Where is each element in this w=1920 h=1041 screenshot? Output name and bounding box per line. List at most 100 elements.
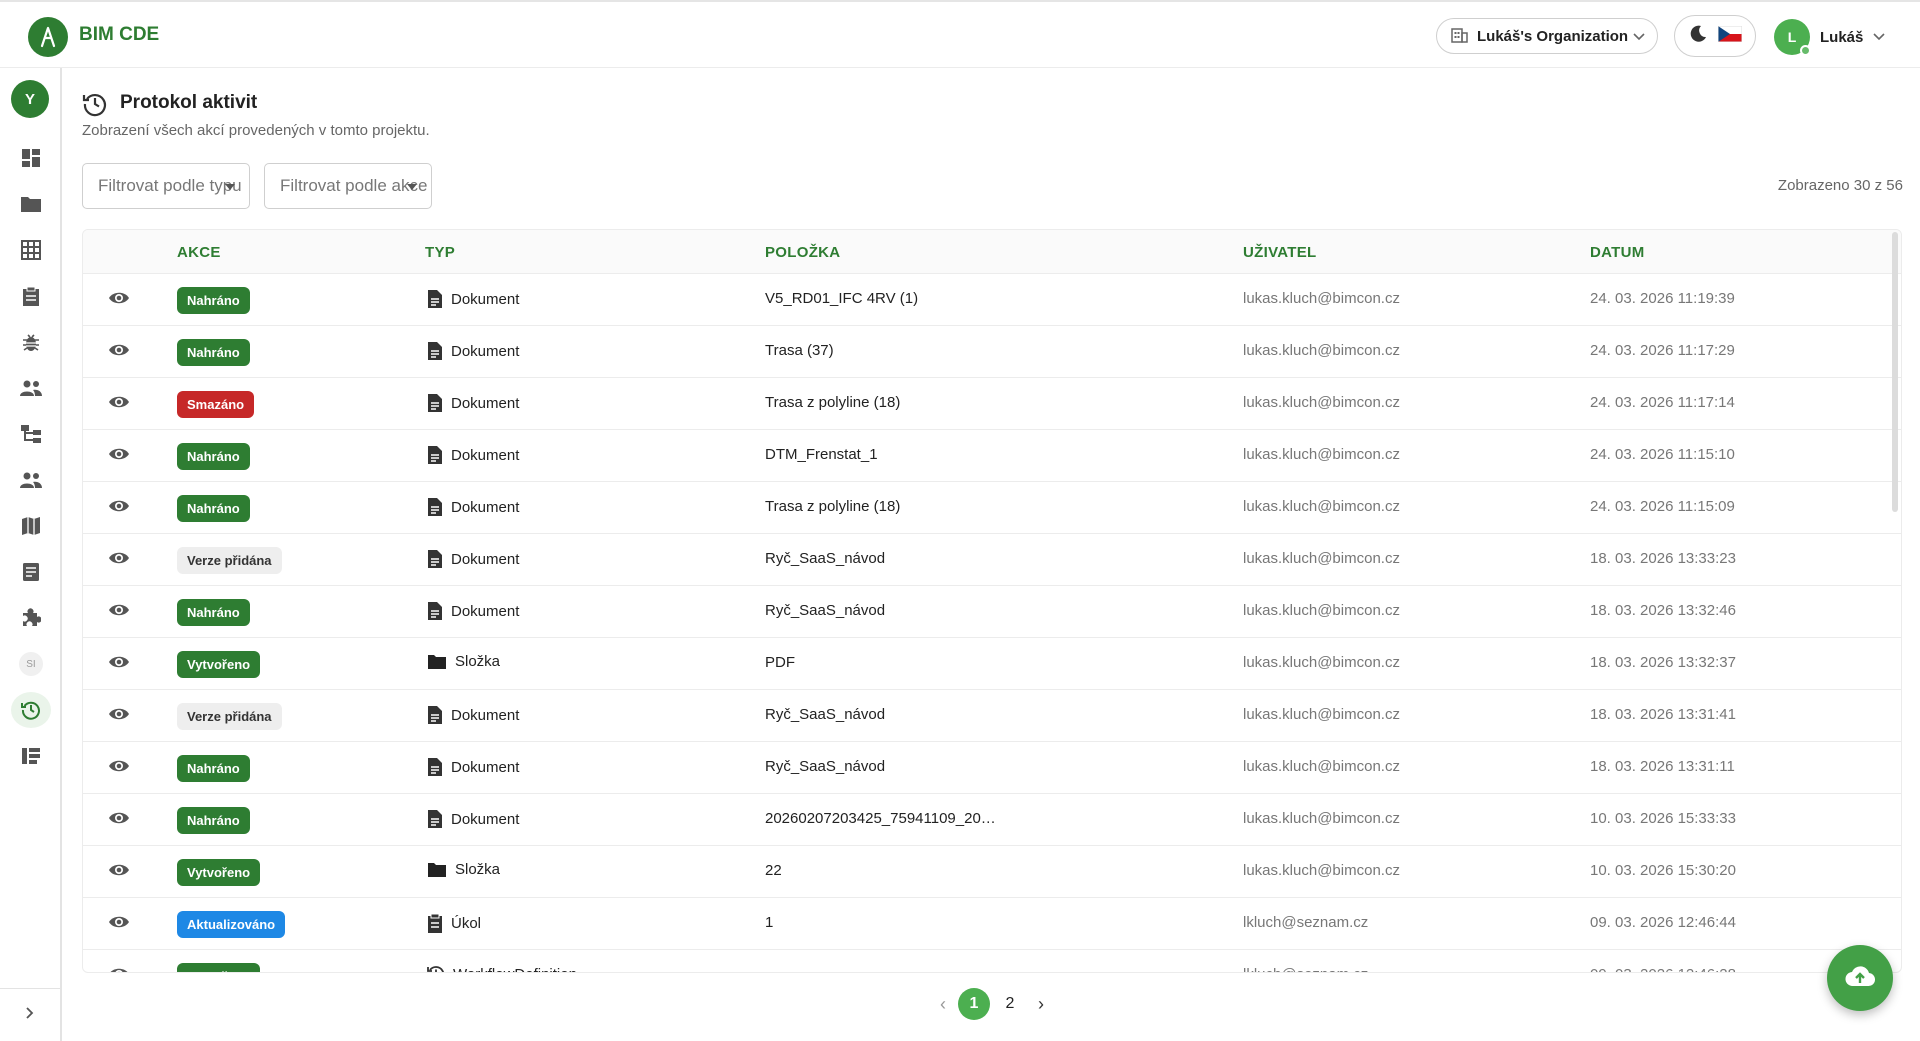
view-eye-icon[interactable]: [108, 550, 130, 571]
view-eye-icon[interactable]: [108, 602, 130, 623]
czech-flag-icon[interactable]: [1717, 25, 1743, 47]
document-icon: [427, 393, 451, 413]
date-cell: 18. 03. 2026 13:31:11: [1590, 758, 1735, 775]
table-row[interactable]: Nahráno Dokument DTM_Frenstat_1 lukas.kluch…: [83, 430, 1901, 482]
user-initial: L: [1787, 29, 1797, 45]
organization-name: Lukáš's Organization: [1477, 27, 1629, 45]
organization-selector[interactable]: Lukáš's Organization: [1436, 18, 1658, 54]
people-icon[interactable]: [11, 370, 51, 406]
view-eye-icon[interactable]: [108, 862, 130, 883]
item-cell: 22: [765, 862, 782, 879]
column-header-date[interactable]: DATUM: [1590, 244, 1645, 261]
table-row[interactable]: Nahráno Dokument Trasa (37) lukas.kluch@bim…: [83, 326, 1901, 378]
view-eye-icon[interactable]: [108, 758, 130, 779]
puzzle-icon[interactable]: [11, 600, 51, 636]
view-eye-icon[interactable]: [108, 810, 130, 831]
top-bar: BIM CDE Lukáš's Organization L Lukáš: [0, 0, 1920, 68]
history-icon[interactable]: [11, 692, 51, 728]
view-eye-icon[interactable]: [108, 706, 130, 727]
item-cell: Trasa z polyline (18): [765, 394, 901, 411]
user-cell: lukas.kluch@bimcon.cz: [1243, 550, 1400, 567]
pagination: ‹ 1 2 ›: [930, 988, 1054, 1020]
view-eye-icon[interactable]: [108, 394, 130, 415]
type-label: Dokument: [451, 498, 520, 516]
page-2-button[interactable]: 2: [994, 988, 1026, 1020]
page-1-button[interactable]: 1: [958, 988, 990, 1020]
type-label: Úkol: [451, 914, 482, 932]
view-eye-icon[interactable]: [108, 654, 130, 675]
dashboard-icon[interactable]: [11, 140, 51, 176]
type-label: Dokument: [451, 550, 520, 568]
user-cell: lukas.kluch@bimcon.cz: [1243, 810, 1400, 827]
document-list-icon[interactable]: [11, 554, 51, 590]
type-label: Dokument: [451, 342, 520, 360]
filter-by-action-label: Filtrovat podle akce: [280, 176, 428, 195]
date-cell: 18. 03. 2026 13:32:46: [1590, 602, 1736, 619]
table-scrollbar[interactable]: [1892, 232, 1898, 512]
table-row[interactable]: Nahráno Dokument Trasa z polyline (18) luka…: [83, 482, 1901, 534]
online-status-dot: [1800, 45, 1811, 56]
type-cell: WorkflowDefinition: [427, 965, 577, 972]
table-row[interactable]: Vytvořeno Složka 22 lukas.kluch@bimcon.cz 10…: [83, 846, 1901, 898]
view-eye-icon[interactable]: [108, 966, 130, 972]
table-row[interactable]: Nahráno Dokument V5_RD01_IFC 4RV (1) lukas.…: [83, 274, 1901, 326]
group-icon[interactable]: [11, 462, 51, 498]
document-icon: [427, 757, 451, 777]
map-icon[interactable]: [11, 508, 51, 544]
filter-by-type-select[interactable]: Filtrovat podle typu: [82, 163, 250, 209]
table-row[interactable]: Vytvořeno WorkflowDefinition — lkluch@sezna…: [83, 950, 1901, 972]
type-cell: Dokument: [427, 341, 519, 361]
clipboard-icon[interactable]: [11, 278, 51, 314]
view-eye-icon[interactable]: [108, 342, 130, 363]
dark-mode-icon[interactable]: [1688, 24, 1708, 49]
table-row[interactable]: Verze přidána Dokument Ryč_SaaS_návod lukas…: [83, 690, 1901, 742]
folder-icon: [427, 654, 455, 670]
upload-fab-button[interactable]: [1827, 945, 1893, 1011]
view-eye-icon[interactable]: [108, 914, 130, 935]
table-row[interactable]: Nahráno Dokument 20260207203425_75941109_2…: [83, 794, 1901, 846]
document-icon: [427, 809, 451, 829]
previous-page-icon[interactable]: ‹: [930, 994, 956, 1015]
user-cell: lukas.kluch@bimcon.cz: [1243, 394, 1400, 411]
hierarchy-icon[interactable]: [11, 416, 51, 452]
app-logo-icon[interactable]: [28, 17, 68, 57]
app-title[interactable]: BIM CDE: [79, 24, 159, 46]
table-row[interactable]: Vytvořeno Složka PDF lukas.kluch@bimcon.cz 1…: [83, 638, 1901, 690]
next-page-icon[interactable]: ›: [1028, 994, 1054, 1015]
user-cell: lukas.kluch@bimcon.cz: [1243, 862, 1400, 879]
user-menu[interactable]: L Lukáš: [1774, 18, 1885, 56]
table-row[interactable]: Aktualizováno Úkol 1 lkluch@seznam.cz 09. 03…: [83, 898, 1901, 950]
folder-icon[interactable]: [11, 186, 51, 222]
action-badge: Nahráno: [177, 755, 250, 782]
column-header-action[interactable]: AKCE: [177, 244, 221, 261]
project-avatar[interactable]: Y: [11, 80, 49, 118]
grid-icon[interactable]: [11, 232, 51, 268]
type-cell: Dokument: [427, 757, 519, 777]
table-row[interactable]: Verze přidána Dokument Ryč_SaaS_návod lukas…: [83, 534, 1901, 586]
bug-icon[interactable]: [11, 324, 51, 360]
table-row[interactable]: Nahráno Dokument Ryč_SaaS_návod lukas.kluch…: [83, 586, 1901, 638]
si-item[interactable]: SI: [11, 646, 51, 682]
view-eye-icon[interactable]: [108, 446, 130, 467]
user-cell: lkluch@seznam.cz: [1243, 966, 1368, 972]
view-eye-icon[interactable]: [108, 290, 130, 311]
table-row[interactable]: Smazáno Dokument Trasa z polyline (18) luka…: [83, 378, 1901, 430]
cloud-upload-icon: [1845, 965, 1876, 992]
action-badge: Nahráno: [177, 495, 250, 522]
item-cell: Ryč_SaaS_návod: [765, 550, 886, 567]
column-header-type[interactable]: TYP: [425, 244, 455, 261]
sidebar: Y SI: [0, 68, 62, 1041]
filter-by-action-select[interactable]: Filtrovat podle akce: [264, 163, 432, 209]
column-header-item[interactable]: POLOŽKA: [765, 244, 840, 261]
item-cell: Trasa z polyline (18): [765, 498, 901, 515]
column-header-user[interactable]: UŽIVATEL: [1243, 244, 1317, 261]
date-cell: 10. 03. 2026 15:30:20: [1590, 862, 1736, 879]
table-row[interactable]: Nahráno Dokument Ryč_SaaS_návod lukas.kluch…: [83, 742, 1901, 794]
dropdown-arrow-icon: [407, 184, 417, 190]
sidebar-expand-button[interactable]: [0, 988, 60, 1041]
view-eye-icon[interactable]: [108, 498, 130, 519]
type-label: Složka: [455, 861, 501, 878]
action-badge: Nahráno: [177, 339, 250, 366]
page-subtitle: Zobrazení všech akcí provedených v tomto…: [82, 122, 430, 139]
layers-icon[interactable]: [11, 738, 51, 774]
